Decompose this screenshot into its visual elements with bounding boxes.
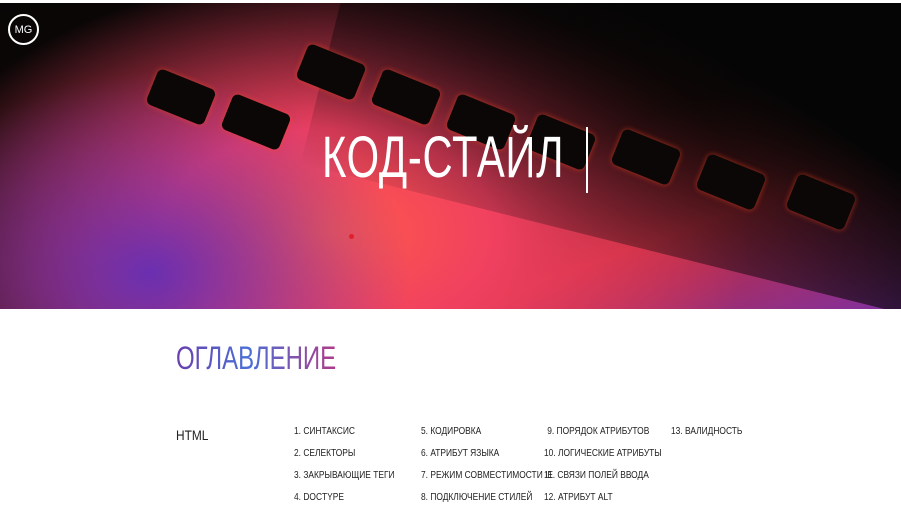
toc-link[interactable]: 13. ВАЛИДНОСТЬ: [671, 425, 742, 447]
logo-text: MG: [14, 23, 33, 36]
toc-link[interactable]: 8. ПОДКЛЮЧЕНИЕ СТИЛЕЙ: [421, 491, 553, 513]
toc-link[interactable]: 12. АТРИБУТ ALT: [544, 491, 662, 513]
toc-link[interactable]: 11. СВЯЗИ ПОЛЕЙ ВВОДА: [544, 469, 662, 491]
toc-link[interactable]: 4. DOCTYPE: [294, 491, 395, 513]
toc-link[interactable]: 3. ЗАКРЫВАЮЩИЕ ТЕГИ: [294, 469, 395, 491]
toc-title: ОГЛАВЛЕНИЕ: [176, 340, 337, 376]
logo[interactable]: MG: [8, 14, 39, 45]
toc-link[interactable]: 2. СЕЛЕКТОРЫ: [294, 447, 395, 469]
toc-link[interactable]: 9. ПОРЯДОК АТРИБУТОВ: [544, 425, 662, 447]
keyboard-key: [145, 67, 217, 127]
toc-link[interactable]: 5. КОДИРОВКА: [421, 425, 553, 447]
typing-cursor: [586, 127, 588, 193]
toc-column: 1. СИНТАКСИС 2. СЕЛЕКТОРЫ 3. ЗАКРЫВАЮЩИЕ…: [294, 425, 420, 513]
toc-section-html: HTML: [176, 427, 209, 443]
hero-title: КОД-СТАЙЛ: [322, 125, 565, 190]
toc-link[interactable]: 1. СИНТАКСИС: [294, 425, 395, 447]
trackpad-dot: [349, 234, 354, 239]
toc-column: 13. ВАЛИДНОСТЬ: [671, 425, 760, 447]
toc-link[interactable]: 6. АТРИБУТ ЯЗЫКА: [421, 447, 553, 469]
keyboard-key: [220, 92, 292, 152]
toc-link[interactable]: 7. РЕЖИМ СОВМЕСТИМОСТИ IE: [421, 469, 553, 491]
toc-column: 9. ПОРЯДОК АТРИБУТОВ 10. ЛОГИЧЕСКИЕ АТРИ…: [544, 425, 691, 513]
toc-link[interactable]: 10. ЛОГИЧЕСКИЕ АТРИБУТЫ: [544, 447, 662, 469]
